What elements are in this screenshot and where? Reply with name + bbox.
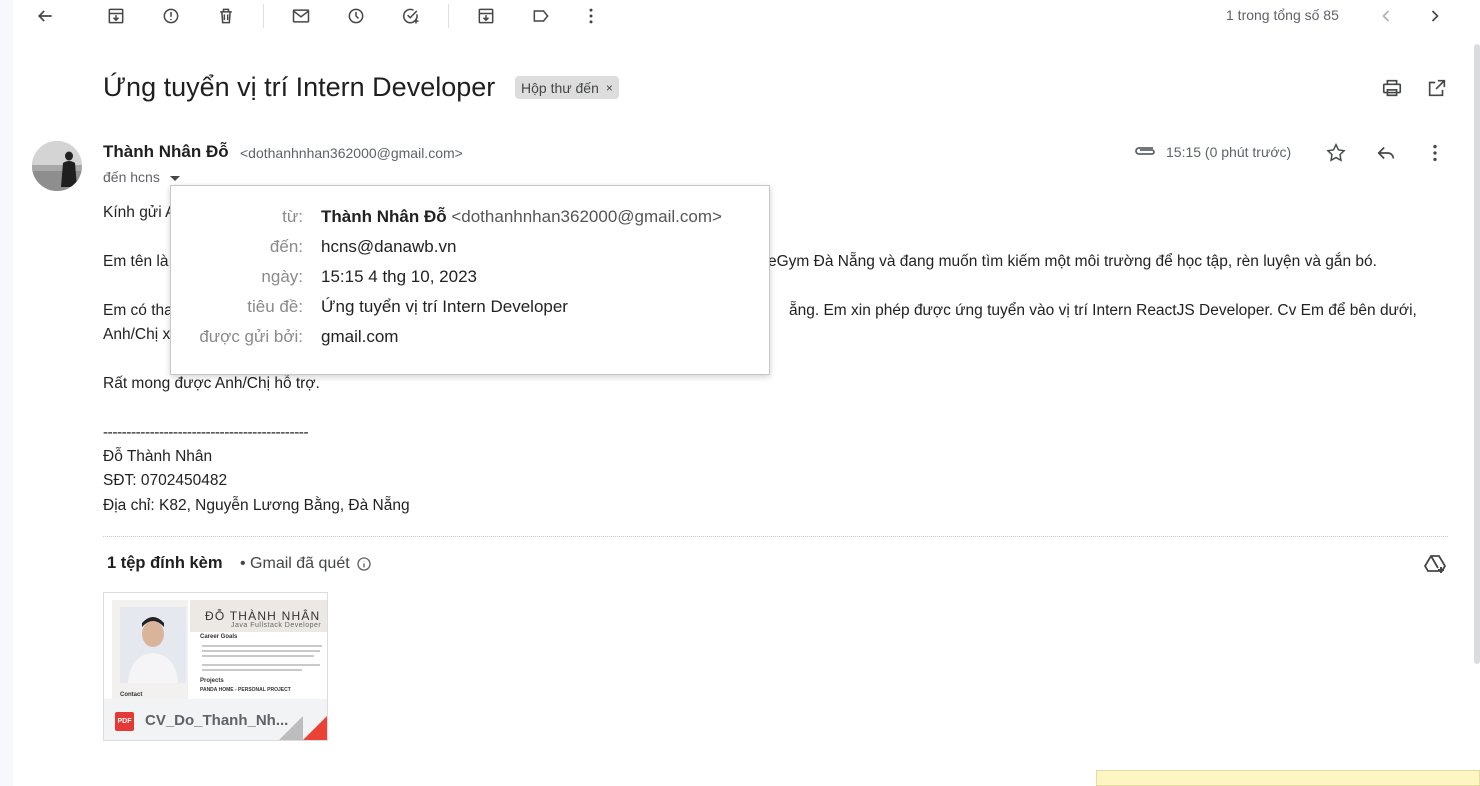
body-line-1-start: Em tên là [103, 253, 169, 270]
popup-row-sent-by: được gửi bởi: gmail.com [171, 327, 771, 351]
popup-sent-by-value: gmail.com [321, 327, 399, 346]
thumb-text-line [202, 664, 320, 666]
more-options-icon[interactable] [1423, 141, 1447, 165]
popup-date-label: ngày: [261, 267, 303, 286]
body-greeting: Kính gửi A [103, 204, 176, 221]
popup-from-email: <dothanhnhan362000@gmail.com> [451, 207, 722, 226]
body-support-line: Rất mong được Anh/Chị hỗ trợ. [103, 375, 320, 392]
star-icon[interactable] [1324, 141, 1348, 165]
thumb-heading-goals: Career Goals [200, 634, 238, 640]
attachment-filename[interactable]: CV_Do_Thanh_Nh... [145, 712, 288, 729]
popup-from-label: từ: [282, 207, 303, 226]
chevron-down-icon[interactable] [169, 175, 180, 181]
thumb-contact: Contact [120, 692, 143, 698]
popup-row-from: từ: Thành Nhân Đỗ <dothanhnhan362000@gma… [171, 207, 771, 231]
popup-to-value: hcns@danawb.vn [321, 237, 457, 256]
add-to-drive-icon[interactable] [1423, 552, 1447, 576]
snooze-icon[interactable] [342, 2, 370, 30]
reply-icon[interactable] [1374, 141, 1398, 165]
pager-count: 1 trong tổng số 85 [1226, 7, 1339, 23]
message-toolbar: 1 trong tổng số 85 [13, 0, 1473, 32]
email-subject: Ứng tuyển vị trí Intern Developer [103, 72, 496, 102]
more-options-icon[interactable] [577, 2, 605, 30]
corner-fold [279, 716, 303, 740]
signature-divider: ----------------------------------------… [103, 424, 309, 441]
left-gutter [0, 0, 13, 786]
body-line-3-start: Anh/Chị x [103, 326, 171, 343]
popup-from-value: Thành Nhân Đỗ <dothanhnhan362000@gmail.c… [321, 207, 722, 227]
back-arrow-icon[interactable] [31, 2, 59, 30]
toolbar-separator [263, 4, 264, 28]
corner-fold-accent [303, 716, 327, 740]
scan-status-text: • Gmail đã quét [240, 555, 350, 572]
thumb-name: ĐỖ THÀNH NHÂN [205, 609, 321, 623]
pdf-icon: PDF [115, 712, 134, 731]
popup-subject-label: tiêu đề: [247, 297, 303, 316]
popup-row-subject: tiêu đề: Ứng tuyển vị trí Intern Develop… [171, 297, 771, 321]
body-line-2-end: ẵng. Em xin phép được ứng tuyển vào vị t… [789, 302, 1417, 319]
signature-name: Đỗ Thành Nhân [103, 448, 213, 465]
attachments-divider [103, 536, 1448, 537]
body-line-1-end: eGym Đà Nẵng và đang muốn tìm kiếm một m… [768, 253, 1377, 270]
recipient-text: đến hcns [103, 169, 160, 185]
label-chip-text: Hộp thư đến [521, 79, 599, 96]
popup-from-name: Thành Nhân Đỗ [321, 207, 447, 226]
attachment-thumbnail: ĐỖ THÀNH NHÂN Java Fullstack Developer C… [104, 593, 327, 700]
sender-email: <dothanhnhan362000@gmail.com> [240, 145, 463, 161]
signature-address: Địa chỉ: K82, Nguyễn Lương Bằng, Đà Nẵng [103, 497, 410, 514]
move-to-icon[interactable] [472, 2, 500, 30]
body-line-2-start: Em có tha [103, 302, 173, 319]
notification-panel-edge [1096, 770, 1480, 786]
thumb-text-line [202, 669, 302, 671]
open-in-new-window-icon[interactable] [1425, 76, 1449, 100]
attachments-count: 1 tệp đính kèm [107, 554, 223, 572]
remove-label-icon[interactable]: × [606, 81, 613, 95]
chevron-left-icon[interactable] [1372, 2, 1400, 30]
info-icon[interactable] [356, 556, 372, 572]
add-task-icon[interactable] [397, 2, 425, 30]
popup-to-label: đến: [269, 237, 303, 256]
inbox-label-chip[interactable]: Hộp thư đến × [515, 76, 619, 99]
delete-icon[interactable] [212, 2, 240, 30]
thumb-project: PANDA HOME - PERSONAL PROJECT [200, 687, 291, 693]
toolbar-separator [448, 4, 449, 28]
print-icon[interactable] [1380, 76, 1404, 100]
thumb-text-line [202, 650, 320, 652]
attachment-card[interactable]: ĐỖ THÀNH NHÂN Java Fullstack Developer C… [103, 592, 328, 741]
message-details-popup: từ: Thành Nhân Đỗ <dothanhnhan362000@gma… [170, 185, 770, 375]
popup-date-value: 15:15 4 thg 10, 2023 [321, 267, 477, 286]
avatar[interactable] [32, 141, 82, 191]
label-icon[interactable] [527, 2, 555, 30]
archive-icon[interactable] [102, 2, 130, 30]
sender-name[interactable]: Thành Nhân Đỗ [103, 142, 229, 162]
report-spam-icon[interactable] [157, 2, 185, 30]
scrollbar[interactable] [1474, 44, 1480, 664]
signature-phone: SĐT: 0702450482 [103, 472, 228, 489]
popup-subject-value: Ứng tuyển vị trí Intern Developer [321, 297, 568, 316]
thumb-text-line [202, 655, 314, 657]
recipient-summary[interactable]: đến hcns [103, 169, 180, 185]
thumb-photo [120, 607, 186, 683]
thumb-text-line [202, 645, 322, 647]
scan-status: • Gmail đã quét [240, 555, 372, 573]
attachment-clip-icon [1133, 143, 1157, 159]
thumb-heading-projects: Projects [200, 678, 224, 684]
popup-row-to: đến: hcns@danawb.vn [171, 237, 771, 261]
mark-unread-icon[interactable] [287, 2, 315, 30]
thumb-role: Java Fullstack Developer [231, 622, 322, 629]
chevron-right-icon[interactable] [1421, 2, 1449, 30]
popup-sent-by-label: được gửi bởi: [199, 327, 303, 346]
email-time: 15:15 (0 phút trước) [1166, 144, 1292, 160]
popup-row-date: ngày: 15:15 4 thg 10, 2023 [171, 267, 771, 291]
